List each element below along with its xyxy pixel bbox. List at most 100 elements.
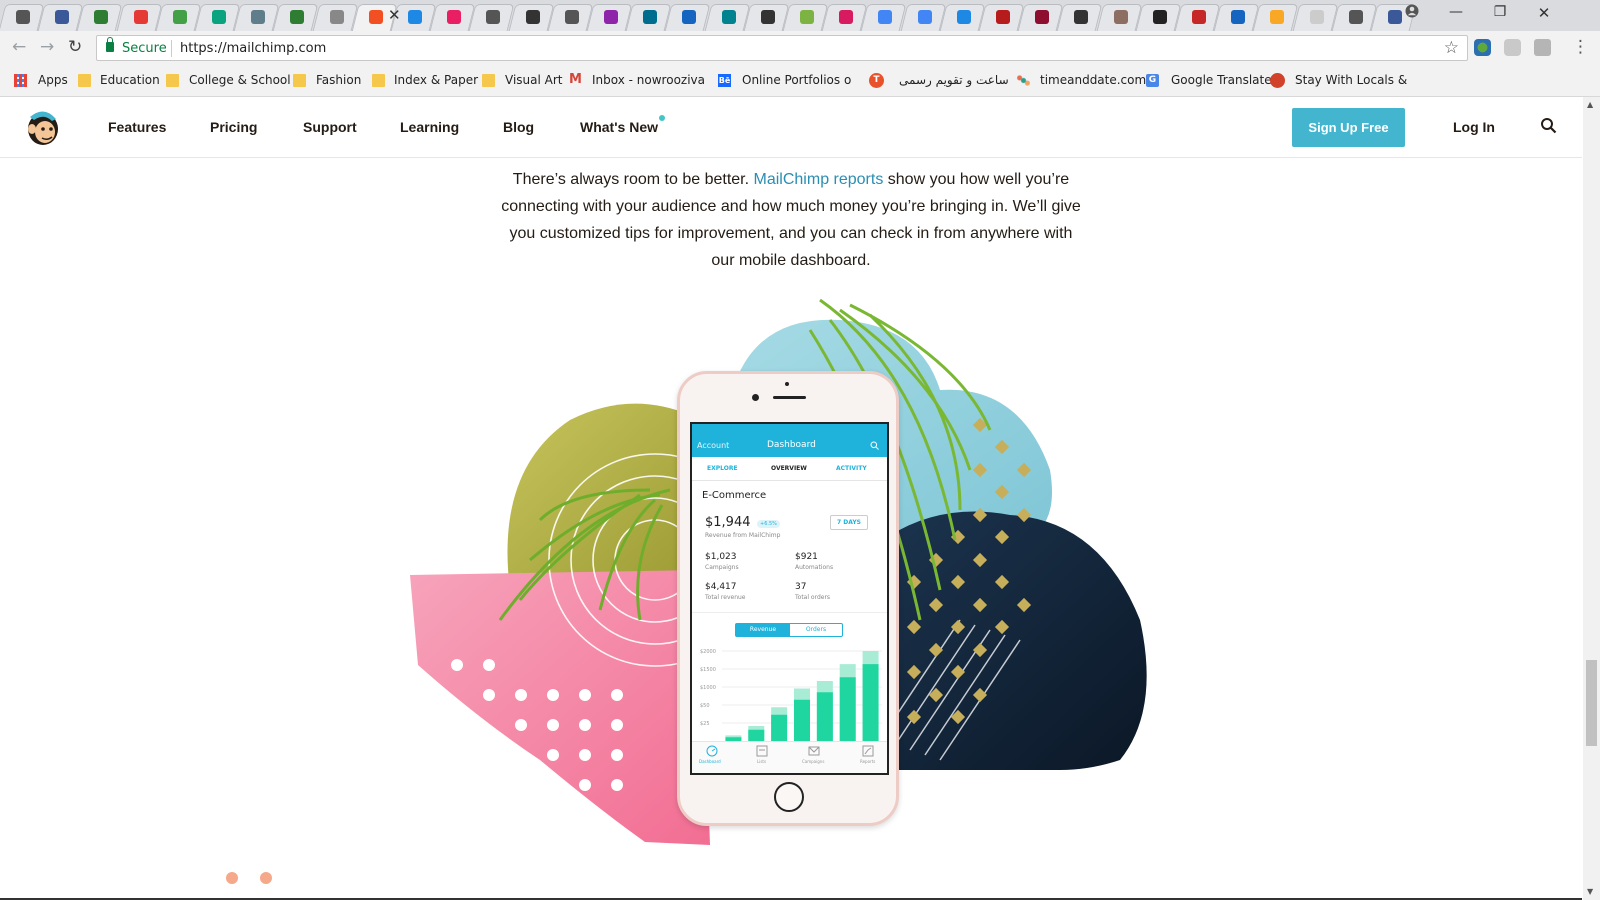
reload-icon[interactable]: ↻ xyxy=(68,37,82,57)
tab-favicon-icon xyxy=(16,10,30,24)
carousel-dot[interactable] xyxy=(226,872,238,884)
tab-favicon-icon xyxy=(486,10,501,24)
nav-whats-new[interactable]: What's New xyxy=(580,119,658,135)
menu-kebab-icon[interactable]: ⋮ xyxy=(1572,37,1589,57)
scroll-down-icon[interactable]: ▼ xyxy=(1587,887,1593,896)
app-search-icon[interactable] xyxy=(870,441,879,450)
bookmark-index-paper[interactable]: Index & Paper xyxy=(394,73,478,87)
revenue-change-badge: +6.5% xyxy=(757,520,780,528)
tab-favicon-icon xyxy=(329,10,344,24)
forward-icon[interactable]: → xyxy=(40,37,54,57)
chart-bar xyxy=(816,692,833,741)
extension-globe-icon[interactable] xyxy=(1474,39,1491,56)
carousel-dot[interactable] xyxy=(260,872,272,884)
bookmark-visual-art[interactable]: Visual Art xyxy=(505,73,563,87)
nav-learning[interactable]: Learning xyxy=(400,119,459,135)
new-indicator-dot xyxy=(659,115,665,121)
tab-favicon-icon xyxy=(956,10,971,24)
bookmark-stay-with-locals[interactable]: Stay With Locals & M xyxy=(1295,73,1408,87)
app-tab-overview[interactable]: OVERVIEW xyxy=(771,465,807,472)
dashboard-nav-icon[interactable] xyxy=(706,745,718,757)
revenue-value: $1,944 xyxy=(705,515,751,530)
bookmarks-bar: Apps Education College & School Fashion … xyxy=(0,65,1600,97)
bookmark-google-translate[interactable]: Google Translate xyxy=(1171,73,1272,87)
app-tab-explore[interactable]: EXPLORE xyxy=(707,465,738,472)
tab-favicon-icon xyxy=(682,10,697,24)
bottom-nav-lists[interactable]: Lists xyxy=(757,759,766,764)
stat-label-campaigns: Campaigns xyxy=(705,564,739,571)
url-text[interactable]: https://mailchimp.com xyxy=(180,41,326,56)
chart-bar xyxy=(748,729,765,741)
mailchimp-reports-link[interactable]: MailChimp reports xyxy=(754,171,884,188)
restore-button[interactable]: ❐ xyxy=(1478,4,1522,20)
bottom-nav-dashboard[interactable]: Dashboard xyxy=(699,759,721,764)
translate-icon: G xyxy=(1146,74,1159,87)
tab-favicon-icon xyxy=(133,10,148,24)
revenue-label: Revenue from MailChimp xyxy=(705,532,781,539)
back-icon[interactable]: ← xyxy=(12,37,26,57)
tab-favicon-icon xyxy=(1152,10,1167,24)
scroll-thumb[interactable] xyxy=(1586,660,1597,746)
bookmark-college-school[interactable]: College & School xyxy=(189,73,291,87)
t-badge-icon[interactable]: T xyxy=(869,73,884,88)
behance-icon: Bē xyxy=(718,74,731,87)
nav-features[interactable]: Features xyxy=(108,119,166,135)
sign-up-button[interactable]: Sign Up Free xyxy=(1292,108,1405,147)
nav-support[interactable]: Support xyxy=(303,119,357,135)
tab-favicon-icon xyxy=(800,10,814,24)
tab-favicon-icon xyxy=(94,10,109,24)
app-account-link[interactable]: Account xyxy=(697,441,729,450)
tab-favicon-icon xyxy=(251,10,266,24)
divider xyxy=(692,612,887,613)
minimize-button[interactable]: — xyxy=(1434,4,1478,20)
bookmark-apps[interactable]: Apps xyxy=(38,73,68,87)
campaigns-nav-icon[interactable] xyxy=(808,745,820,757)
stat-label-total-revenue: Total revenue xyxy=(705,594,746,601)
bottom-nav-reports[interactable]: Reports xyxy=(860,759,875,764)
olive-blob xyxy=(507,403,700,590)
nav-pricing[interactable]: Pricing xyxy=(210,119,257,135)
bookmark-education[interactable]: Education xyxy=(100,73,160,87)
tab-favicon-icon xyxy=(564,10,579,24)
chart-bar xyxy=(794,699,810,741)
log-in-link[interactable]: Log In xyxy=(1453,119,1495,135)
bookmark-behance[interactable]: Online Portfolios on B xyxy=(742,73,852,87)
bookmark-timeanddate[interactable]: timeanddate.com xyxy=(1040,73,1146,87)
profile-icon[interactable] xyxy=(1390,4,1434,22)
bookmark-star-icon[interactable]: ☆ xyxy=(1444,38,1459,58)
bookmark-fashion[interactable]: Fashion xyxy=(316,73,361,87)
phone-screen: Account Dashboard EXPLORE OVERVIEW ACTIV… xyxy=(690,422,889,775)
toggle-orders[interactable]: Orders xyxy=(790,624,842,636)
lists-nav-icon[interactable] xyxy=(756,745,768,757)
mailchimp-logo-icon[interactable] xyxy=(22,107,62,147)
page-scrollbar[interactable]: ▲ ▼ xyxy=(1583,97,1600,900)
app-header: Account Dashboard xyxy=(692,424,887,457)
bookmark-inbox[interactable]: Inbox - nowroozivahi xyxy=(592,73,704,87)
tab-favicon-icon xyxy=(878,10,893,24)
camera-icon[interactable] xyxy=(1534,39,1551,56)
tab-favicon-icon xyxy=(368,10,383,24)
app-title: Dashboard xyxy=(767,440,816,450)
phone-home-button xyxy=(774,782,804,812)
app-tab-activity[interactable]: ACTIVITY xyxy=(836,465,867,472)
site-header: Features Pricing Support Learning Blog W… xyxy=(0,97,1582,158)
search-icon[interactable] xyxy=(1540,117,1557,134)
pink-blob xyxy=(410,570,710,845)
close-window-button[interactable]: ✕ xyxy=(1522,4,1566,22)
reports-nav-icon[interactable] xyxy=(862,745,874,757)
address-bar[interactable]: Secure https://mailchimp.com ☆ xyxy=(96,35,1468,61)
bookmark-farsi-calendar[interactable]: ساعت و تقویم رسمی xyxy=(899,73,1009,87)
close-tab-icon[interactable]: ✕ xyxy=(388,6,401,24)
y-tick: $1000 xyxy=(700,685,716,691)
tab-favicon-icon xyxy=(604,10,618,24)
stat-label-total-orders: Total orders xyxy=(795,594,831,601)
bottom-nav-campaigns[interactable]: Campaigns xyxy=(802,759,824,764)
scroll-up-icon[interactable]: ▲ xyxy=(1587,100,1593,109)
period-dropdown[interactable]: 7 DAYS xyxy=(830,515,868,530)
extension-mail-icon[interactable] xyxy=(1504,39,1521,56)
gmail-icon: M xyxy=(569,72,582,87)
app-tabs: EXPLORE OVERVIEW ACTIVITY xyxy=(692,457,887,481)
revenue-bar-chart xyxy=(722,650,882,741)
toggle-revenue[interactable]: Revenue xyxy=(736,624,790,636)
nav-blog[interactable]: Blog xyxy=(503,119,534,135)
